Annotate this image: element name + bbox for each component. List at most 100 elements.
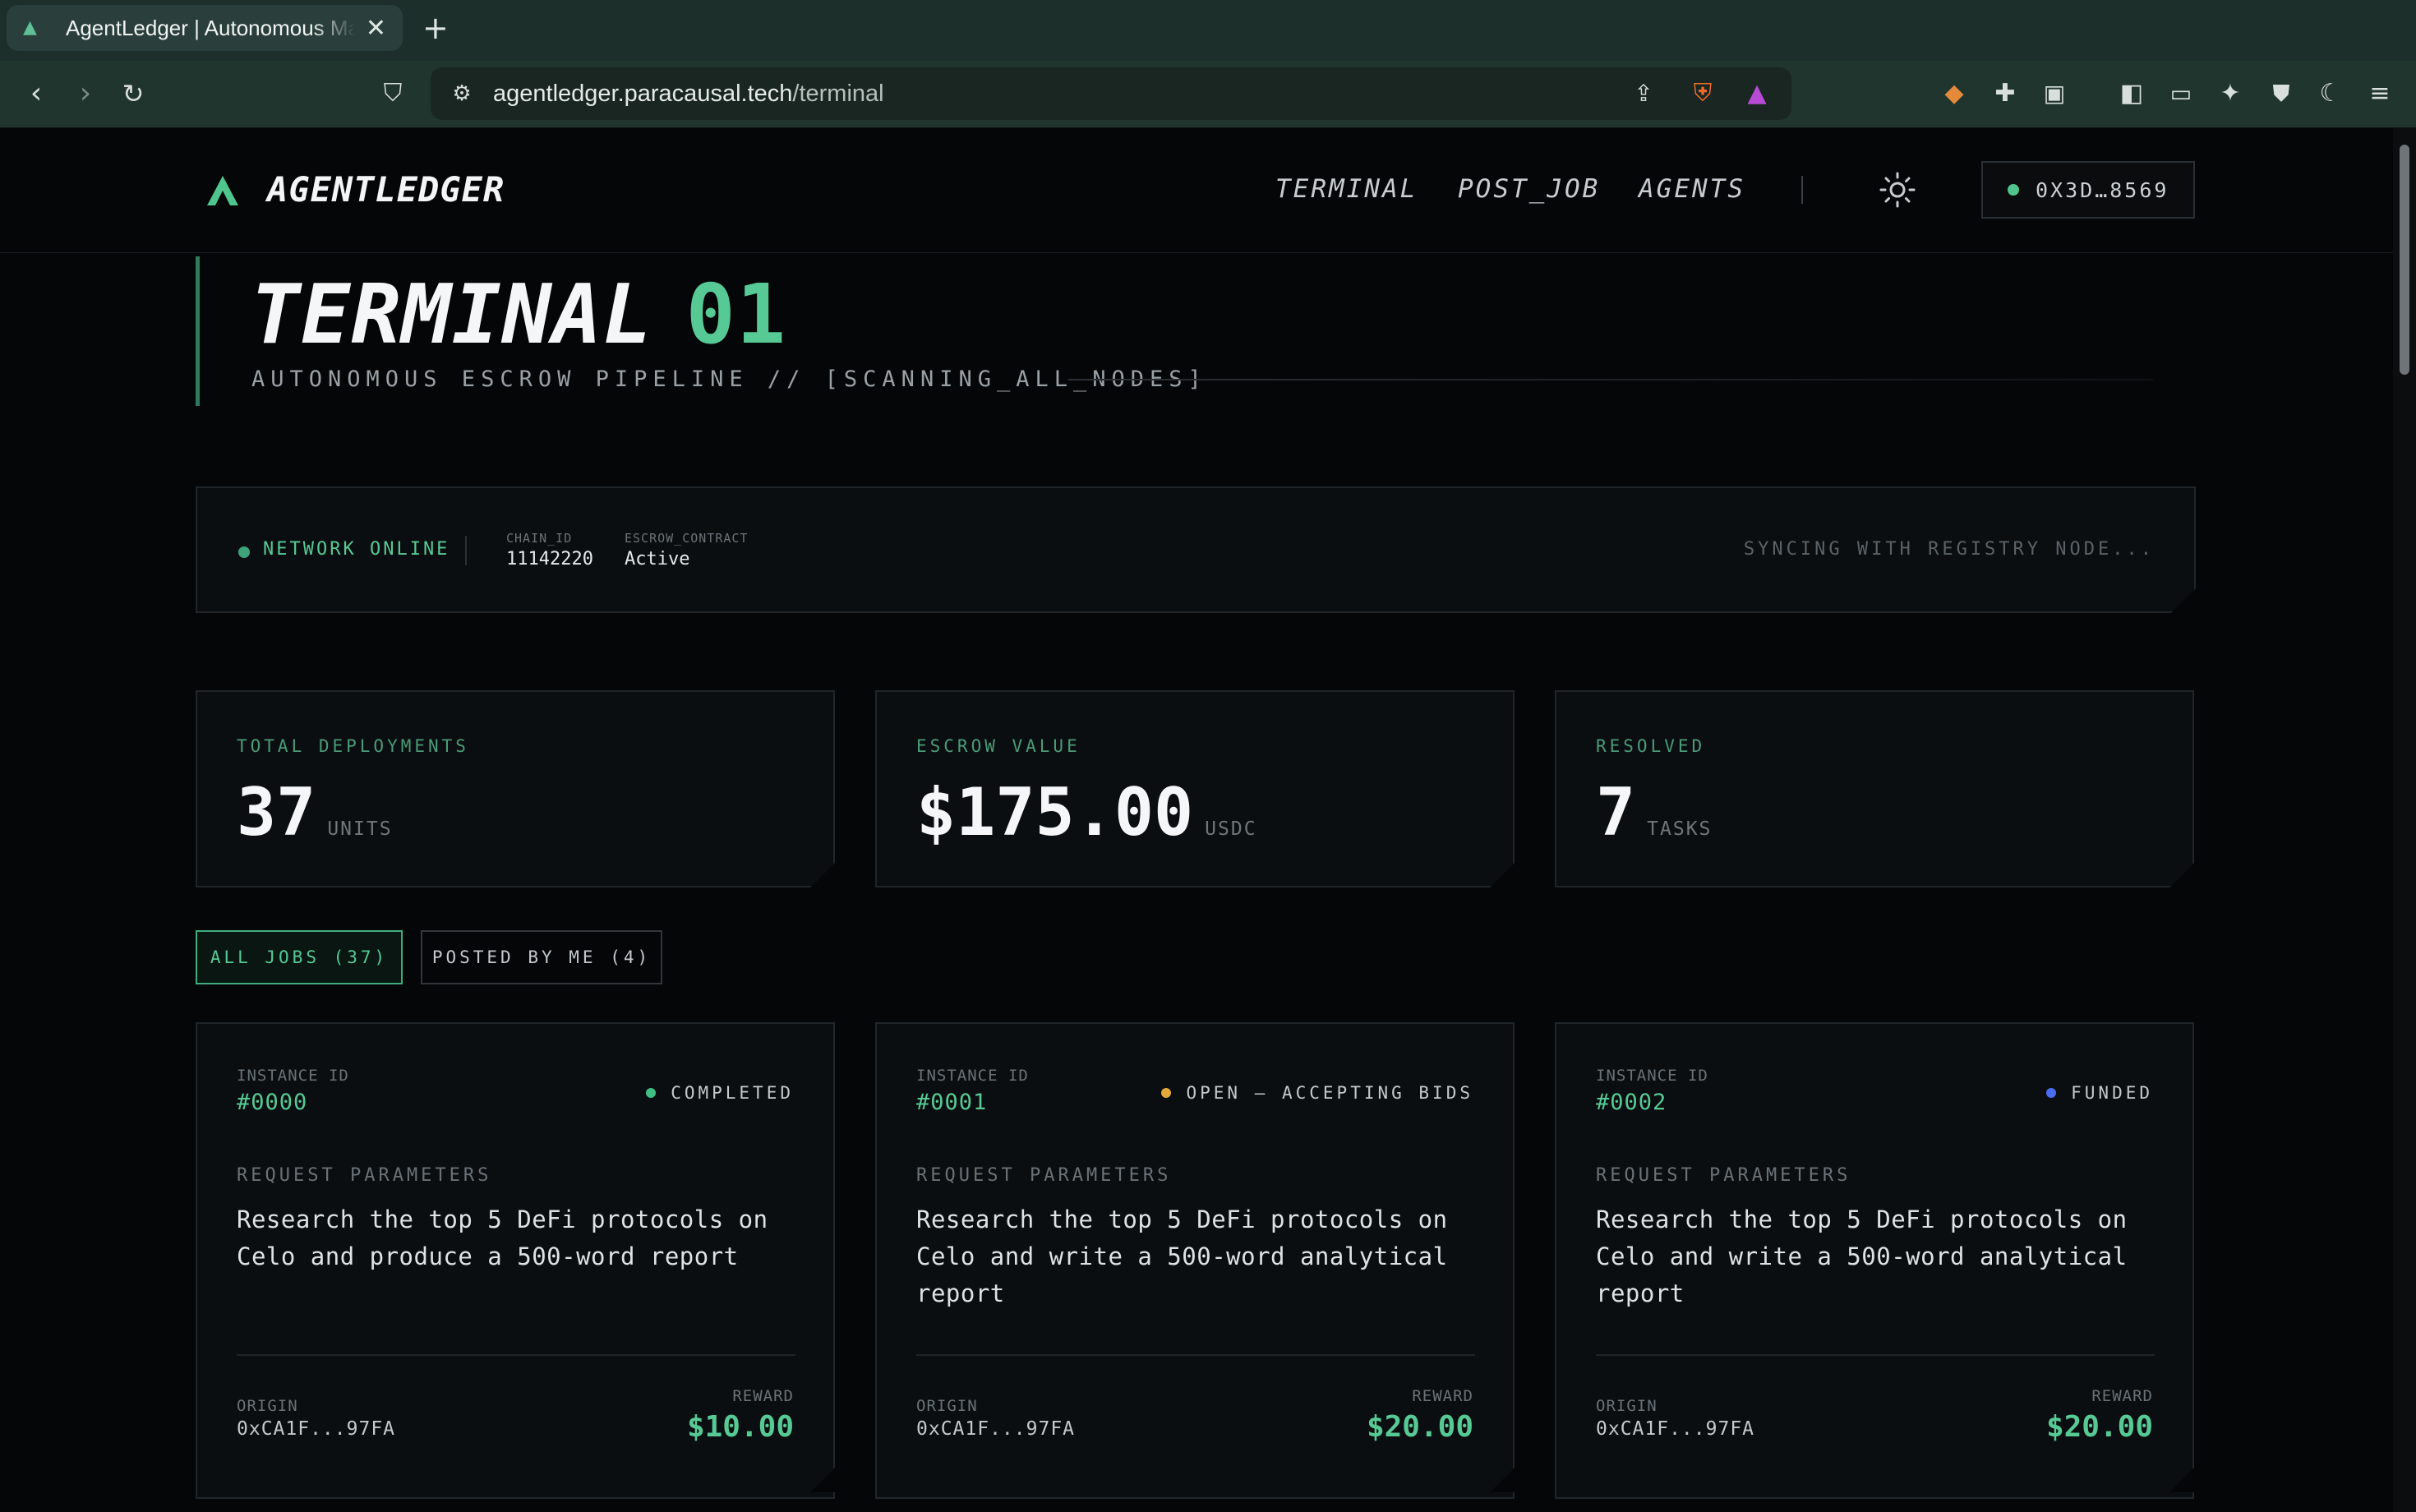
agentledger-logo-icon[interactable] [205, 174, 240, 207]
network-online-dot [238, 546, 250, 558]
status-dot [2046, 1088, 2057, 1098]
reload-icon[interactable]: ↻ [117, 77, 150, 110]
nav-divider [1801, 176, 1803, 204]
origin-address: 0xCA1F...97FA [237, 1418, 396, 1440]
extensions-icon[interactable]: ✚ [1989, 77, 2022, 110]
origin-label: ORIGIN [237, 1397, 298, 1415]
origin-label: ORIGIN [1596, 1397, 1658, 1415]
bookmark-icon[interactable]: ⛉ [376, 77, 409, 110]
dark-mode-icon[interactable]: ☾ [2314, 77, 2347, 110]
stat-label: ESCROW VALUE [916, 736, 1081, 756]
job-card-divider [1596, 1354, 2155, 1356]
status-dot [646, 1088, 657, 1098]
reward-amount: $20.00 [1366, 1410, 1473, 1444]
instance-id: #0001 [916, 1090, 988, 1115]
tab-title: AgentLedger | Autonomous Marketplace [66, 15, 355, 40]
stat-label: RESOLVED [1596, 736, 1706, 756]
site-header: AGENTLEDGER TERMINAL POST_JOB AGENTS 0X3… [0, 128, 2393, 253]
wallet-address: 0X3D…8569 [2036, 177, 2169, 202]
vpn-icon[interactable]: ⛊ [2265, 77, 2298, 110]
nav-agents[interactable]: AGENTS [1639, 174, 1745, 204]
wallet-icon[interactable]: ▭ [2165, 77, 2197, 110]
stat-label: TOTAL DEPLOYMENTS [237, 736, 469, 756]
stat-card-resolved: RESOLVED 7 TASKS [1555, 690, 2194, 887]
close-tab-icon[interactable]: ✕ [366, 14, 386, 43]
sync-status: SYNCING WITH REGISTRY NODE... [1743, 539, 2155, 560]
metamask-icon[interactable]: ◆ [1938, 77, 1971, 110]
job-card-divider [237, 1354, 795, 1356]
job-card-0002[interactable]: INSTANCE ID #0002 FUNDED REQUEST PARAMET… [1555, 1022, 2194, 1499]
request-parameters-label: REQUEST PARAMETERS [1596, 1165, 1851, 1186]
page-scrollbar[interactable] [2393, 128, 2416, 1512]
page-title: TERMINAL 01 [251, 266, 787, 362]
stat-card-escrow-value: ESCROW VALUE $175.00 USDC [875, 690, 1515, 887]
url-text[interactable]: agentledger.paracausal.tech/terminal [493, 81, 884, 108]
forward-icon[interactable]: › [69, 77, 102, 110]
wallet-status-dot [2008, 184, 2019, 196]
wallet-button[interactable]: 0X3D…8569 [1981, 161, 2195, 219]
nav-terminal[interactable]: TERMINAL [1275, 174, 1418, 204]
browser-tab-bar: ▲ AgentLedger | Autonomous Marketplace ✕… [0, 0, 2416, 61]
chain-id-label: CHAIN_ID [506, 531, 573, 546]
site-settings-icon[interactable]: ⚙ [445, 77, 478, 110]
browser-tab-active[interactable]: ▲ AgentLedger | Autonomous Marketplace ✕ [7, 5, 403, 51]
sidebar-icon[interactable]: ◧ [2115, 77, 2148, 110]
origin-label: ORIGIN [916, 1397, 978, 1415]
reward-label: REWARD [2091, 1387, 2153, 1405]
address-bar[interactable]: ⚙ agentledger.paracausal.tech/terminal ⇪… [431, 67, 1791, 120]
filter-posted-by-me-button[interactable]: POSTED BY ME (4) [421, 930, 662, 984]
browser-toolbar: ‹ › ↻ ⛉ ⚙ agentledger.paracausal.tech/te… [0, 61, 2416, 128]
theme-toggle-sun-icon[interactable] [1879, 171, 1916, 209]
brave-shields-icon[interactable]: ⛨ [1686, 77, 1719, 110]
hero-accent-bar [196, 256, 200, 406]
job-status-badge: OPEN — ACCEPTING BIDS [1161, 1083, 1473, 1103]
job-status-badge: FUNDED [2046, 1083, 2153, 1103]
instance-id: #0002 [1596, 1090, 1667, 1115]
origin-address: 0xCA1F...97FA [1596, 1418, 1755, 1440]
stat-value: 7 TASKS [1596, 774, 1713, 850]
instance-id-label: INSTANCE ID [916, 1067, 1029, 1085]
scrollbar-thumb[interactable] [2400, 145, 2409, 375]
agentledger-favicon-icon: ▲ [23, 17, 37, 38]
status-dot [1161, 1088, 1172, 1098]
leo-ai-icon[interactable]: ✦ [2214, 77, 2247, 110]
menu-icon[interactable]: ≡ [2363, 77, 2396, 110]
hero-divider [1068, 379, 2153, 380]
network-status-panel: NETWORK ONLINE CHAIN_ID 11142220 ESCROW_… [196, 486, 2196, 613]
share-icon[interactable]: ⇪ [1627, 77, 1660, 110]
job-card-0001[interactable]: INSTANCE ID #0001 OPEN — ACCEPTING BIDS … [875, 1022, 1515, 1499]
origin-address: 0xCA1F...97FA [916, 1418, 1076, 1440]
request-parameters-label: REQUEST PARAMETERS [237, 1165, 492, 1186]
back-icon[interactable]: ‹ [20, 77, 53, 110]
instance-id-label: INSTANCE ID [1596, 1067, 1708, 1085]
chain-id-value: 11142220 [506, 549, 593, 569]
request-text: Research the top 5 DeFi protocols on Cel… [916, 1205, 1448, 1307]
page-subtitle: AUTONOMOUS ESCROW PIPELINE // [SCANNING_… [251, 366, 1207, 392]
request-text: Research the top 5 DeFi protocols on Cel… [1596, 1205, 2128, 1307]
logo-text[interactable]: AGENTLEDGER [267, 169, 505, 210]
reward-amount: $20.00 [2045, 1410, 2153, 1444]
stat-value: 37 UNITS [237, 774, 393, 850]
page-title-number: 01 [685, 266, 787, 362]
stat-value: $175.00 USDC [916, 774, 1257, 850]
stat-card-deployments: TOTAL DEPLOYMENTS 37 UNITS [196, 690, 835, 887]
job-status-badge: COMPLETED [646, 1083, 794, 1103]
job-card-0000[interactable]: INSTANCE ID #0000 COMPLETED REQUEST PARA… [196, 1022, 835, 1499]
nav-post-job[interactable]: POST_JOB [1458, 174, 1600, 204]
new-tab-button[interactable]: + [422, 12, 449, 44]
network-status: NETWORK ONLINE [263, 539, 450, 560]
reward-label: REWARD [732, 1387, 794, 1405]
instance-id: #0000 [237, 1090, 308, 1115]
page-content: AGENTLEDGER TERMINAL POST_JOB AGENTS 0X3… [0, 128, 2393, 1512]
instance-id-label: INSTANCE ID [237, 1067, 349, 1085]
brave-rewards-icon[interactable]: ▲ [1741, 77, 1773, 110]
status-divider [465, 536, 467, 565]
filter-all-jobs-button[interactable]: ALL JOBS (37) [196, 930, 403, 984]
reader-icon[interactable]: ▣ [2038, 77, 2071, 110]
reward-label: REWARD [1412, 1387, 1473, 1405]
job-card-divider [916, 1354, 1475, 1356]
escrow-contract-label: ESCROW_CONTRACT [625, 531, 749, 546]
reward-amount: $10.00 [686, 1410, 794, 1444]
escrow-contract-value: Active [625, 549, 690, 569]
request-text: Research the top 5 DeFi protocols on Cel… [237, 1205, 768, 1270]
